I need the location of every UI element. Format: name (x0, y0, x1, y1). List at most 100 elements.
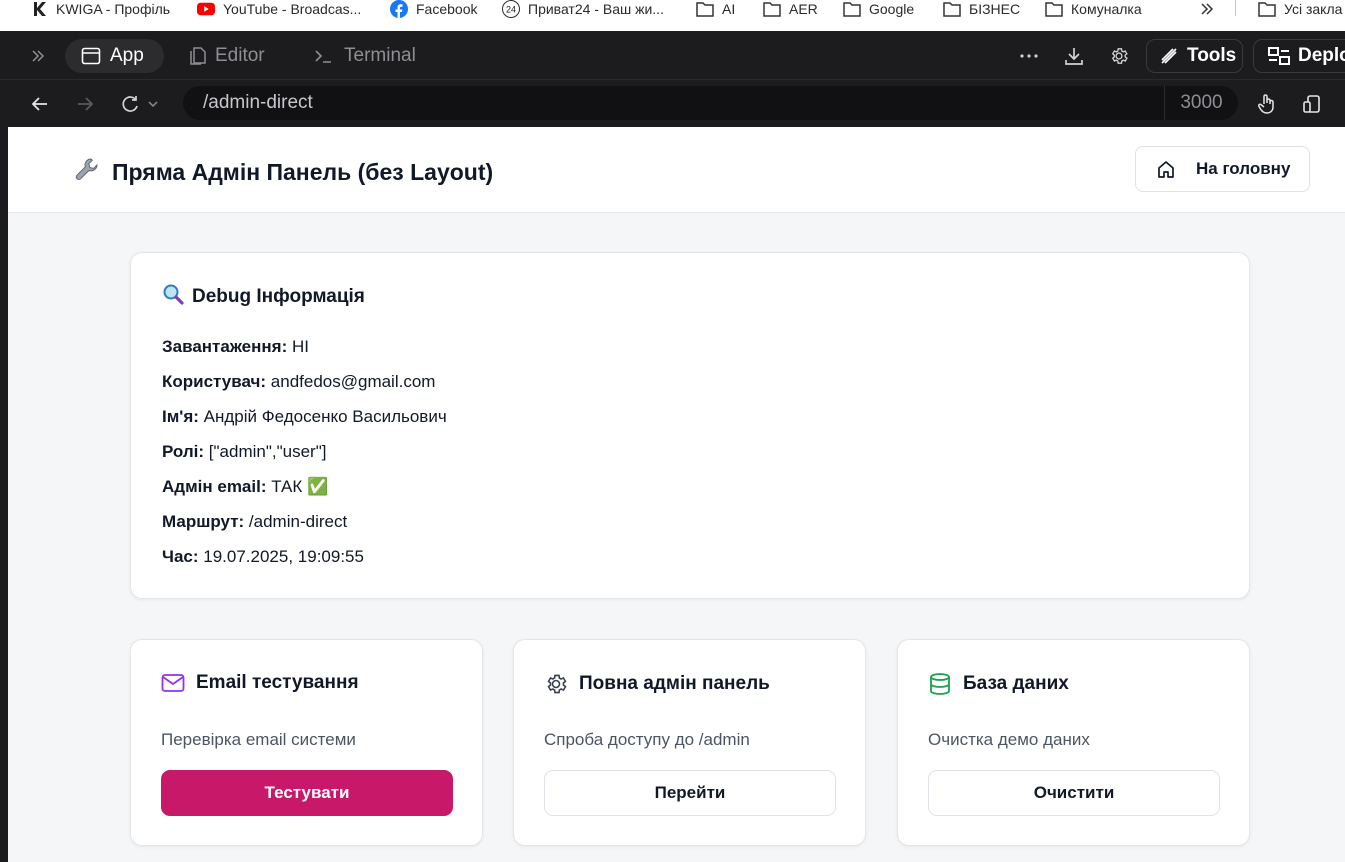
debug-value: ТАК ✅ (271, 477, 329, 496)
bookmark-folder-business[interactable]: БІЗНЕС (943, 0, 1020, 24)
button-label: Перейти (654, 783, 726, 802)
deploy-button[interactable]: Deploy (1253, 39, 1345, 73)
tab-label: App (110, 45, 144, 66)
tab-terminal[interactable]: Terminal (314, 39, 416, 73)
debug-value: 19.07.2025, 19:09:55 (203, 547, 364, 566)
bookmark-label: Комуналка (1071, 0, 1142, 17)
button-label: Очистити (1033, 783, 1115, 802)
back-arrow-icon[interactable] (27, 91, 53, 117)
device-preview-icon[interactable] (1299, 91, 1325, 117)
webview: Пряма Адмін Панель (без Layout) На голов… (8, 127, 1345, 862)
debug-label: Ролі: (162, 442, 205, 461)
bookmarks-divider (1235, 0, 1236, 16)
debug-value: Андрій Федосенко Васильович (203, 407, 447, 426)
ide-left-edge (0, 127, 8, 862)
forward-arrow-icon[interactable] (72, 91, 98, 117)
deploy-label: Deploy (1298, 45, 1345, 66)
tab-editor[interactable]: Editor (190, 39, 265, 73)
more-options-icon[interactable] (1016, 43, 1042, 69)
database-card: База даних Очистка демо даних Очистити (897, 639, 1250, 846)
folder-icon (1045, 0, 1063, 18)
debug-row-route: Маршрут: /admin-direct (162, 512, 347, 532)
reload-icon[interactable] (120, 91, 162, 117)
folder-icon (843, 0, 861, 18)
wrench-icon (74, 156, 100, 188)
kwiga-icon (30, 0, 48, 18)
download-icon[interactable] (1061, 43, 1087, 69)
bookmark-label: Google (869, 0, 915, 17)
facebook-icon (390, 0, 408, 18)
home-icon (1156, 159, 1176, 179)
debug-value: ["admin","user"] (208, 442, 327, 461)
magnifier-icon (162, 283, 184, 310)
bookmark-label: БІЗНЕС (969, 0, 1021, 17)
home-button[interactable]: На головну (1135, 146, 1310, 192)
debug-title-text: Debug Інформація (192, 285, 365, 307)
card-title: Email тестування (161, 672, 359, 694)
folder-icon (943, 0, 961, 18)
debug-row-loading: Завантаження: НІ (162, 337, 309, 357)
card-title: База даних (928, 672, 1069, 696)
database-icon (928, 672, 952, 696)
pointer-hand-icon[interactable] (1254, 91, 1280, 117)
debug-row-name: Ім'я: Андрій Федосенко Васильович (162, 407, 447, 427)
bookmark-label: AI (722, 0, 736, 17)
bookmark-folder-ai[interactable]: AI (696, 0, 735, 24)
clear-button[interactable]: Очистити (928, 770, 1220, 816)
home-button-label: На головну (1196, 159, 1291, 178)
card-description: Перевірка email системи (161, 730, 356, 749)
full-admin-card: Повна адмін панель Спроба доступу до /ad… (513, 639, 866, 846)
card-title-text: Повна адмін панель (579, 673, 770, 694)
bookmark-facebook[interactable]: Facebook (390, 0, 477, 24)
bookmark-folder-google[interactable]: Google (843, 0, 914, 24)
folder-icon (763, 0, 781, 18)
webview-urlbar: /admin-direct 3000 (0, 80, 1345, 127)
folder-icon (1258, 0, 1276, 18)
bookmark-privat24[interactable]: 24 Приват24 - Ваш жи... (502, 0, 664, 24)
test-button[interactable]: Тестувати (161, 770, 453, 816)
bookmark-label: Facebook (416, 0, 478, 17)
mail-icon (161, 673, 185, 693)
bookmark-label: Усі закла (1284, 0, 1343, 17)
bookmarks-bar: KWIGA - Профіль YouTube - Broadcas... Fa… (0, 0, 1345, 31)
youtube-icon (197, 0, 215, 18)
svg-text:24: 24 (506, 4, 516, 14)
folder-icon (696, 0, 714, 18)
bookmarks-overflow[interactable] (1198, 0, 1224, 24)
bookmark-folder-utilities[interactable]: Комуналка (1045, 0, 1142, 24)
file-icon (190, 47, 206, 65)
browser-window-icon (81, 47, 101, 65)
port-label: 3000 (1180, 92, 1223, 113)
tab-label: Terminal (344, 45, 416, 66)
bookmark-youtube[interactable]: YouTube - Broadcas... (197, 0, 361, 24)
debug-label: Адмін email: (162, 477, 267, 496)
bookmark-label: Приват24 - Ваш жи... (528, 0, 664, 17)
debug-row-time: Час: 19.07.2025, 19:09:55 (162, 547, 364, 567)
tools-button[interactable]: Tools (1146, 39, 1243, 73)
button-label: Тестувати (264, 783, 350, 802)
tab-app[interactable]: App (65, 39, 164, 73)
privat24-icon: 24 (502, 0, 520, 18)
url-input[interactable]: /admin-direct 3000 (183, 86, 1238, 120)
card-title: Повна адмін панель (544, 672, 770, 696)
expand-sidebar-icon[interactable] (25, 43, 51, 69)
debug-title: Debug Інформація (162, 283, 365, 310)
bookmark-label: KWIGA - Профіль (56, 0, 171, 17)
bookmark-all[interactable]: Усі закла (1258, 0, 1342, 24)
bookmark-label: YouTube - Broadcas... (223, 0, 362, 17)
gear-icon[interactable] (1106, 43, 1132, 69)
terminal-icon (314, 48, 332, 64)
debug-value: НІ (291, 337, 309, 356)
port-selector[interactable]: 3000 (1164, 86, 1238, 120)
bookmark-folder-aer[interactable]: AER (763, 0, 818, 24)
debug-card: Debug Інформація Завантаження: НІ Корист… (130, 252, 1250, 599)
page-title-text: Пряма Адмін Панель (без Layout) (112, 158, 494, 185)
debug-label: Час: (162, 547, 199, 566)
deploy-icon (1268, 46, 1290, 66)
bookmark-kwiga[interactable]: KWIGA - Профіль (30, 0, 170, 24)
go-button[interactable]: Перейти (544, 770, 836, 816)
debug-value: andfedos@gmail.com (270, 372, 436, 391)
debug-label: Завантаження: (162, 337, 288, 356)
debug-label: Користувач: (162, 372, 267, 391)
debug-label: Ім'я: (162, 407, 199, 426)
